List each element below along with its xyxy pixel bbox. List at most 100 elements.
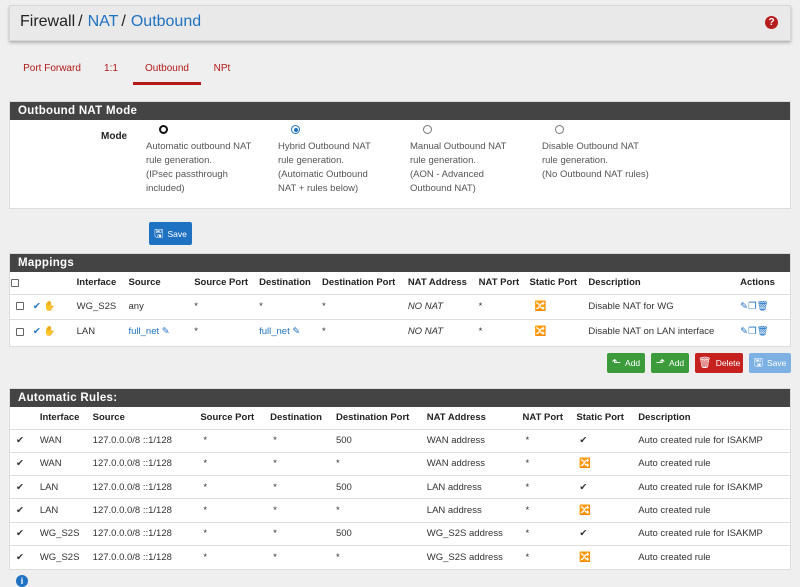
radio-manual[interactable] [423, 125, 432, 134]
table-header-row: Interface Source Source Port Destination… [10, 272, 790, 294]
static-port-cell: 🔀 [528, 318, 588, 344]
description-cell: Auto created rule [637, 451, 790, 476]
mode-save-button[interactable]: 🖫 Save [149, 222, 192, 245]
floppy-disk-icon: 🖫 [753, 357, 763, 369]
row-checkbox[interactable] [16, 302, 24, 311]
check-icon[interactable]: ✔ [33, 326, 41, 337]
mode-option-automatic[interactable]: Automatic outbound NAT rule generation. … [146, 125, 271, 196]
mappings-table: Interface Source Source Port Destination… [10, 272, 790, 344]
source-cell: 127.0.0.0/8 ::1/128 [91, 544, 200, 569]
option-text: (AON - Advanced [410, 169, 484, 180]
description-cell: Disable NAT for WG [587, 293, 740, 319]
col-header: Description [588, 277, 641, 289]
edit-pencil-icon[interactable]: ✎ [740, 301, 748, 312]
info-icon[interactable]: i [16, 575, 28, 587]
row-checkbox[interactable] [16, 327, 24, 336]
button-label: Add [625, 358, 641, 368]
radio-automatic[interactable] [159, 125, 168, 134]
destination-cell: * [258, 293, 321, 319]
option-text: Disable Outbound NAT [542, 141, 639, 152]
destination-cell: * [269, 544, 335, 569]
mode-option-hybrid[interactable]: Hybrid Outbound NAT rule generation. (Au… [278, 125, 403, 196]
option-text: Manual Outbound NAT [410, 141, 507, 152]
shuffle-icon: 🔀 [579, 458, 592, 470]
nat-port-cell: * [477, 293, 529, 319]
row-status-cell: ✔ ✋ [31, 318, 76, 344]
hand-icon[interactable]: ✋ [44, 301, 56, 312]
tab-port-forward[interactable]: Port Forward [12, 58, 92, 85]
check-icon[interactable]: ✔ [33, 301, 41, 312]
mode-label: Mode [101, 131, 128, 142]
destination-cell: * [269, 498, 335, 523]
radio-hybrid[interactable] [291, 125, 300, 134]
option-text: (No Outbound NAT rules) [542, 169, 649, 180]
table-header-row: Interface Source Source Port Destination… [10, 407, 790, 429]
destination-cell: * [269, 521, 335, 546]
nat-address-cell: NO NAT [406, 293, 478, 319]
edit-pencil-icon[interactable]: ✎ [740, 326, 748, 337]
copy-icon[interactable]: ❐ [748, 301, 757, 312]
rule-status-cell: ✔ [10, 544, 39, 569]
nat-address-cell: WAN address [425, 428, 522, 453]
source-port-cell: * [199, 544, 270, 569]
add-rule-top-button[interactable]: ⬑ Add [607, 353, 645, 373]
edit-pencil-icon[interactable]: ✎ [292, 326, 300, 337]
mode-option-disable[interactable]: Disable Outbound NAT rule generation. (N… [542, 125, 682, 182]
description-cell: Auto created rule for ISAKMP [637, 428, 790, 453]
floppy-disk-icon: 🖫 [154, 227, 164, 240]
edit-pencil-icon[interactable]: ✎ [162, 326, 170, 337]
mode-option-manual[interactable]: Manual Outbound NAT rule generation. (AO… [410, 125, 535, 196]
destination-port-cell: * [320, 293, 407, 319]
option-text: rule generation. [278, 155, 345, 166]
source-alias-link[interactable]: full_net [129, 326, 160, 337]
hand-icon[interactable]: ✋ [44, 326, 56, 337]
source-port-cell: * [199, 475, 270, 499]
nat-port-cell: * [521, 544, 576, 569]
table-row[interactable]: ✔ ✋ LAN full_net ✎ * full_net ✎ * NO NAT… [10, 318, 790, 344]
interface-cell: LAN [38, 498, 92, 523]
help-icon[interactable]: ? [765, 16, 778, 29]
copy-icon[interactable]: ❐ [748, 326, 757, 337]
table-row[interactable]: ✔ ✋ WG_S2S any * * * NO NAT * 🔀 Disable … [10, 293, 790, 319]
col-header: Source Port [194, 277, 249, 289]
radio-disable[interactable] [555, 125, 564, 134]
shuffle-icon: 🔀 [534, 326, 547, 338]
source-port-cell: * [199, 451, 270, 476]
col-header: NAT Address [407, 277, 467, 289]
tab-outbound[interactable]: Outbound [133, 58, 201, 85]
select-all-checkbox[interactable] [11, 278, 19, 287]
trash-icon[interactable]: 🗑 [757, 301, 769, 312]
option-text: rule generation. [542, 155, 609, 166]
delete-button[interactable]: 🗑 Delete [695, 353, 743, 373]
interface-cell: WAN [38, 451, 92, 476]
option-text: Outbound NAT) [410, 183, 476, 194]
destination-port-cell: 500 [334, 475, 426, 499]
add-rule-bottom-button[interactable]: ⬏ Add [651, 353, 689, 373]
breadcrumb-nat-link[interactable]: NAT [88, 13, 119, 30]
col-header: Actions [740, 277, 775, 289]
mappings-save-button[interactable]: 🖫 Save [749, 353, 791, 373]
nat-address-cell: WAN address [425, 451, 522, 476]
destination-port-cell: * [334, 451, 426, 476]
trash-icon[interactable]: 🗑 [757, 326, 769, 337]
col-header: Source Port [200, 412, 255, 424]
option-text: Hybrid Outbound NAT [278, 141, 371, 152]
static-port-cell: 🔀 [575, 451, 638, 476]
destination-cell: * [269, 451, 335, 476]
tab-one-to-one[interactable]: 1:1 [97, 58, 125, 85]
col-header: Destination [259, 277, 311, 289]
description-cell: Auto created rule [637, 498, 790, 523]
source-port-cell: * [199, 498, 270, 523]
breadcrumb-separator: / [78, 13, 83, 30]
option-text: rule generation. [410, 155, 477, 166]
button-label: Save [767, 358, 787, 368]
nat-address-cell: NO NAT [406, 318, 478, 344]
source-port-cell: * [193, 293, 259, 319]
tab-npt[interactable]: NPt [207, 58, 237, 85]
shuffle-icon: 🔀 [534, 301, 547, 312]
destination-alias-link[interactable]: full_net [259, 326, 290, 337]
rule-status-cell: ✔ [10, 521, 39, 546]
check-icon: ✔ [16, 528, 24, 540]
breadcrumb-outbound-link[interactable]: Outbound [131, 13, 201, 30]
arrow-down-icon: ⬏ [655, 357, 666, 369]
